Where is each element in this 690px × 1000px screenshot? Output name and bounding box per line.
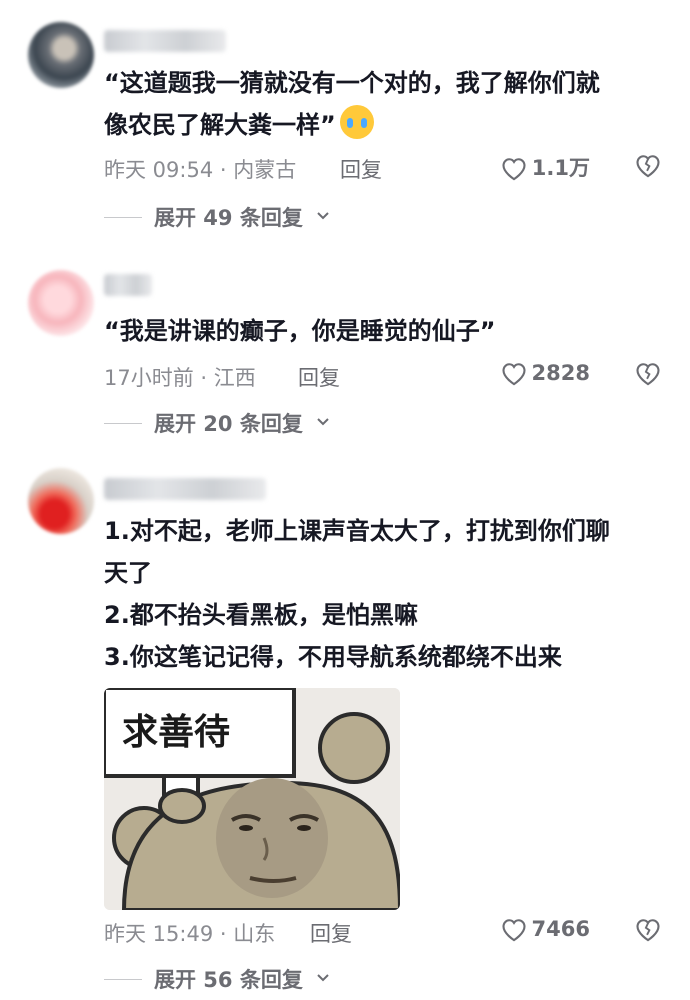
reply-button[interactable]: 回复	[310, 918, 352, 948]
heart-outline-icon	[502, 158, 526, 181]
broken-heart-icon	[636, 919, 660, 942]
avatar[interactable]	[28, 468, 94, 534]
expand-label: 展开 20 条回复	[154, 412, 303, 436]
reply-button[interactable]: 回复	[298, 362, 340, 392]
avatar[interactable]	[28, 22, 94, 88]
divider	[104, 979, 142, 980]
comment-text: 1.对不起，老师上课声音太大了，打扰到你们聊 天了 2.都不抬头看黑板，是怕黑嘛…	[104, 510, 674, 678]
like-button[interactable]: 7466	[500, 916, 590, 942]
comment-meta: 昨天 15:49 · 山东 回复 7466	[104, 916, 690, 948]
broken-heart-icon	[636, 363, 660, 386]
like-count: 7466	[531, 917, 590, 941]
heart-outline-icon	[501, 363, 526, 386]
timestamp-location: 17小时前 · 江西	[104, 366, 256, 390]
crying-emoji-icon	[339, 105, 374, 139]
comment-line: 像农民了解大粪一样”	[104, 111, 336, 139]
comment-text: “这道题我一猜就没有一个对的，我了解你们就 像农民了解大粪一样”	[104, 62, 674, 146]
expand-label: 展开 49 条回复	[154, 206, 303, 230]
like-button[interactable]: 2828	[500, 360, 590, 386]
chevron-down-icon	[317, 212, 329, 220]
divider	[104, 423, 142, 424]
reply-button[interactable]: 回复	[340, 154, 382, 184]
comment-line: 天了	[104, 559, 152, 587]
like-button[interactable]: 1.1万	[500, 152, 590, 182]
expand-label: 展开 56 条回复	[154, 968, 303, 992]
comment-line: “我是讲课的癫子，你是睡觉的仙子”	[104, 317, 496, 345]
chevron-down-icon	[317, 418, 329, 426]
broken-heart-icon	[636, 155, 660, 178]
dislike-button[interactable]	[634, 360, 662, 391]
dislike-button[interactable]	[634, 152, 662, 183]
comment-meta: 17小时前 · 江西 回复 2828	[104, 360, 690, 392]
chevron-down-icon	[317, 974, 329, 982]
divider	[104, 217, 142, 218]
heart-outline-icon	[501, 919, 526, 942]
bear-meme-sticker: 求善待	[104, 688, 400, 910]
timestamp-location: 昨天 15:49 · 山东	[104, 922, 276, 946]
sticker-image[interactable]: 求善待	[104, 688, 400, 910]
comment-line: 2.都不抬头看黑板，是怕黑嘛	[104, 601, 418, 629]
nickname-blurred[interactable]	[104, 274, 152, 296]
comment-line: “这道题我一猜就没有一个对的，我了解你们就	[104, 69, 600, 97]
dislike-button[interactable]	[634, 916, 662, 947]
comment-meta: 昨天 09:54 · 内蒙古 回复 1.1万	[104, 152, 690, 184]
timestamp-location: 昨天 09:54 · 内蒙古	[104, 158, 297, 182]
comment-line: 3.你这笔记记得，不用导航系统都绕不出来	[104, 643, 562, 671]
sticker-text: 求善待	[122, 712, 230, 753]
like-count: 1.1万	[531, 156, 590, 180]
like-count: 2828	[531, 361, 590, 385]
comment-line: 1.对不起，老师上课声音太大了，打扰到你们聊	[104, 517, 610, 545]
comment-text: “我是讲课的癫子，你是睡觉的仙子”	[104, 310, 674, 352]
nickname-blurred[interactable]	[104, 30, 226, 52]
nickname-blurred[interactable]	[104, 478, 266, 500]
avatar[interactable]	[28, 270, 94, 336]
